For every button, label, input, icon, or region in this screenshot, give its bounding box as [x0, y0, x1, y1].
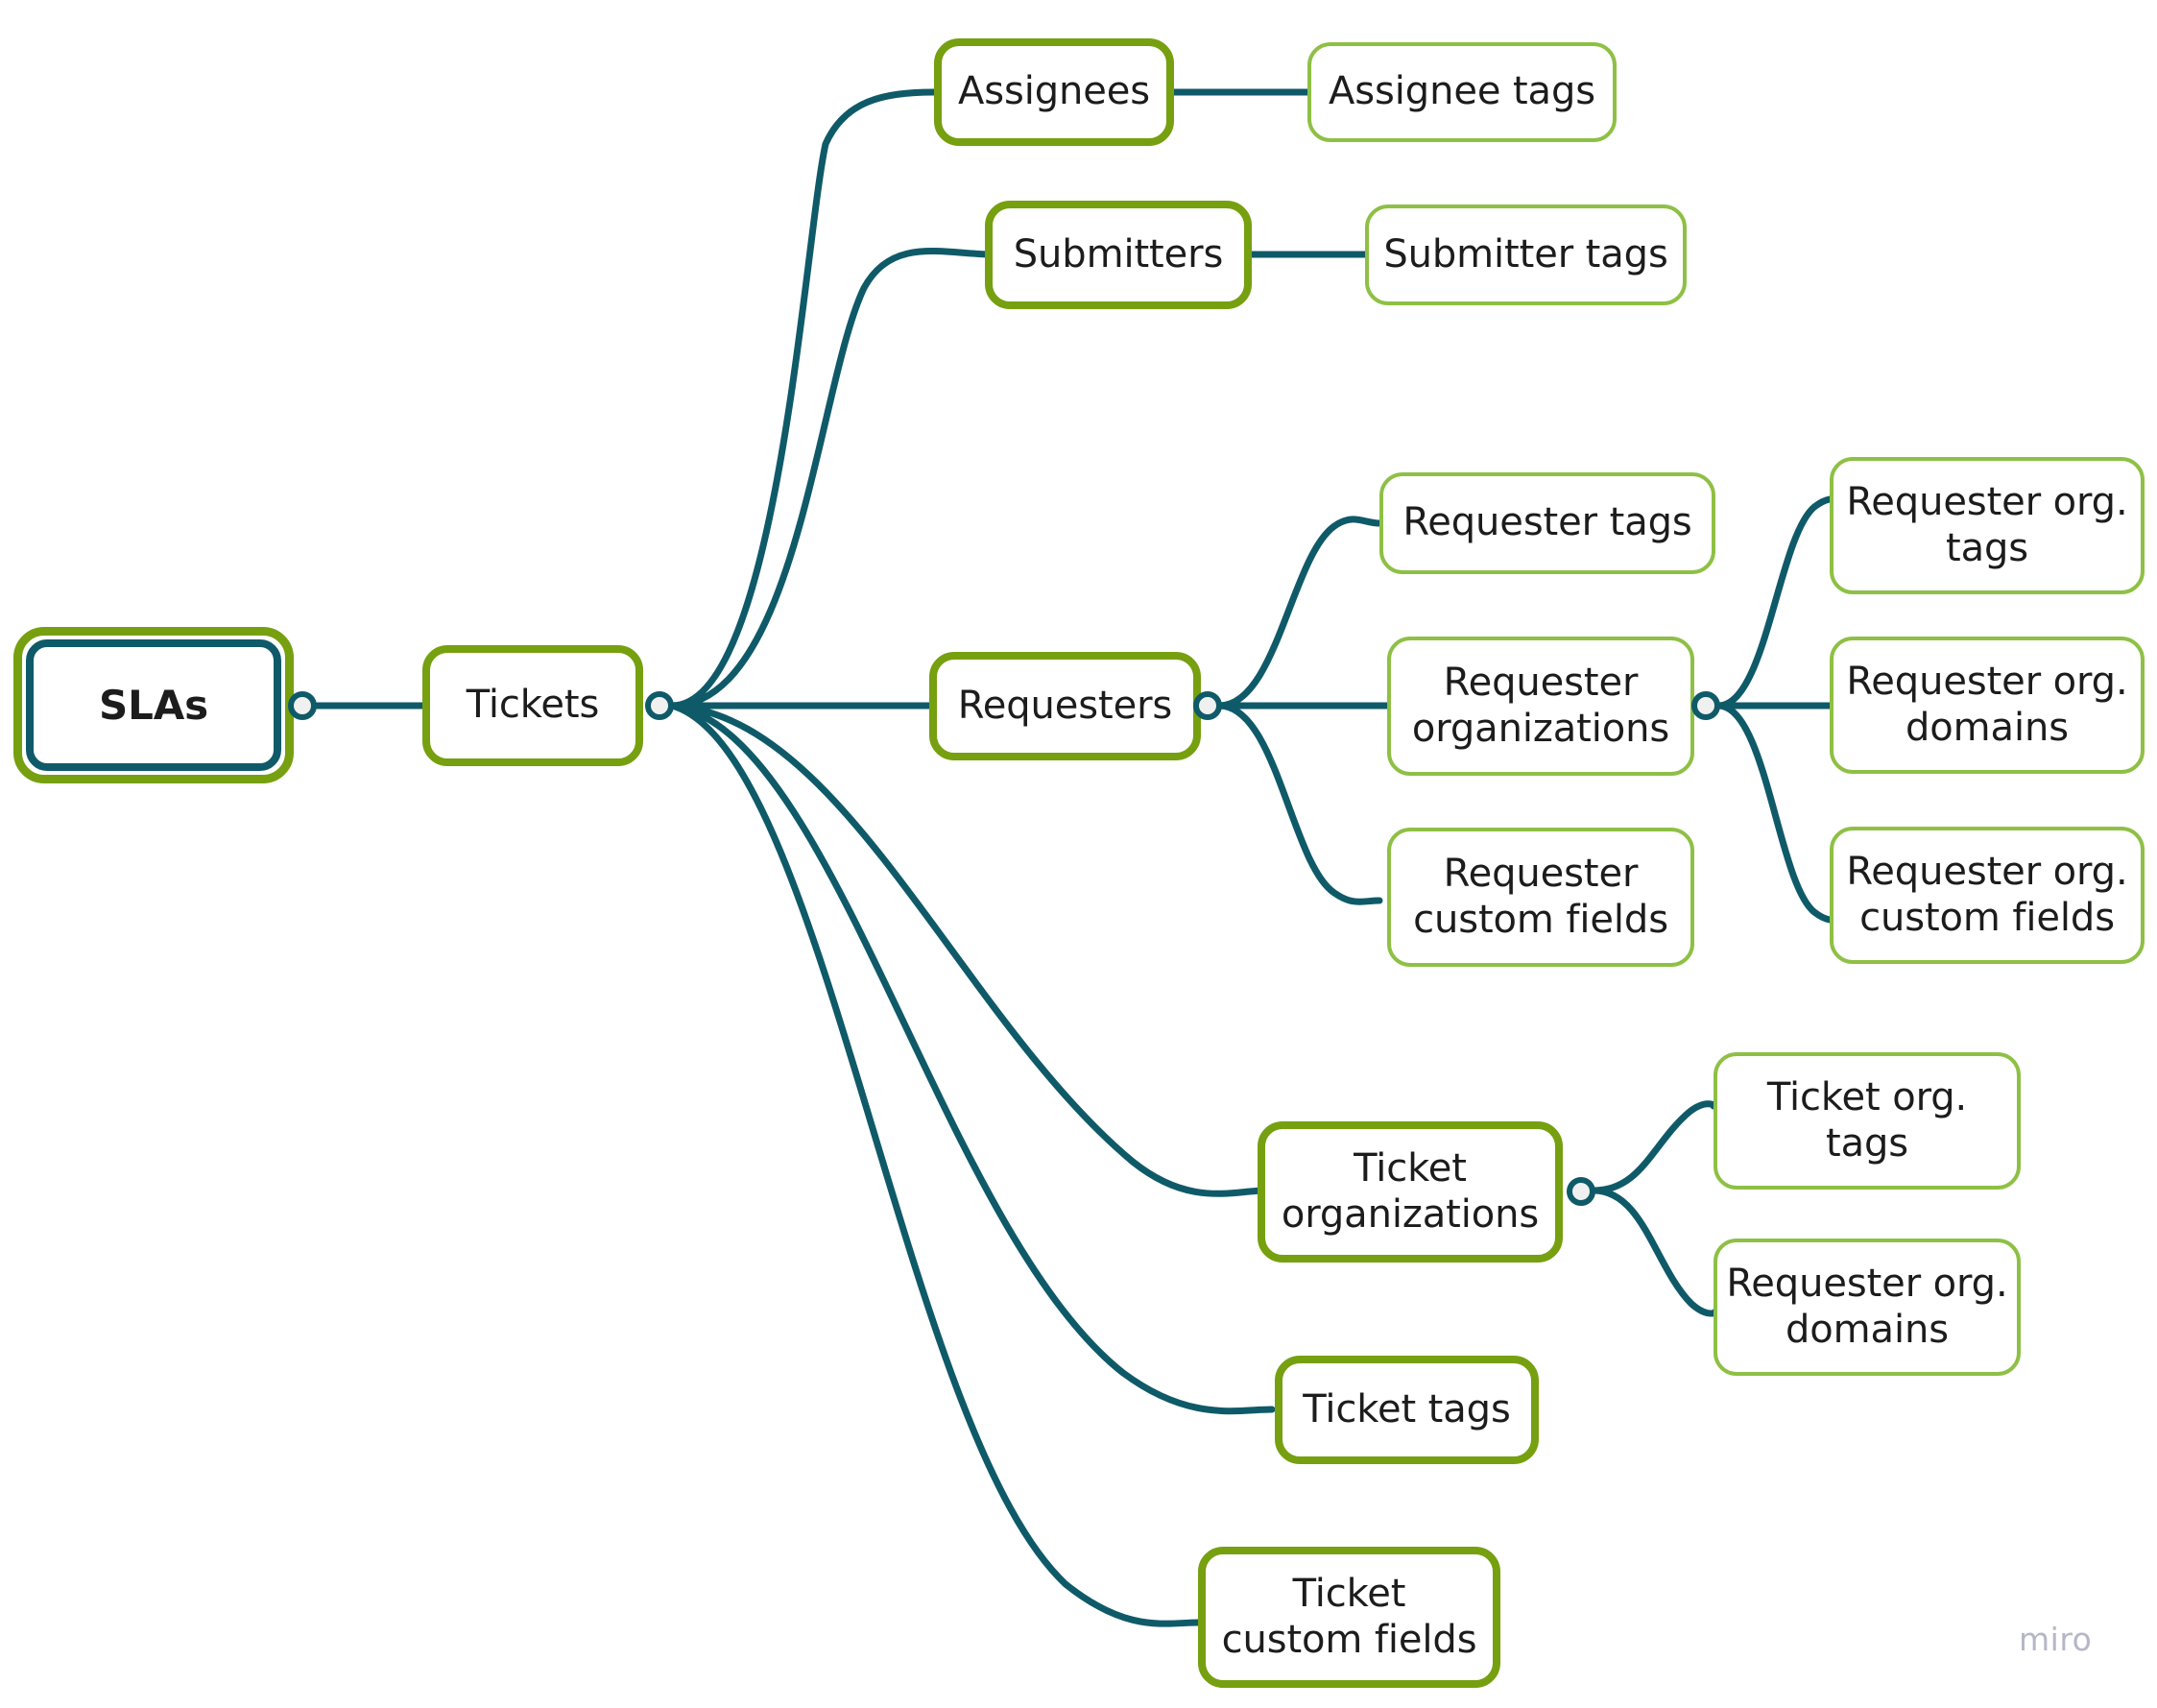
- node-requester-org-tags[interactable]: Requester org. tags: [1830, 457, 2145, 594]
- node-label-assignee-tags: Assignee tags: [1329, 69, 1595, 114]
- edge-tickets-to-ticket-tags: [668, 702, 1276, 1415]
- edge-requester-organizations-to-requester-org-custom-fields: [1714, 702, 1843, 924]
- node-requester-org-domains[interactable]: Requester org. domains: [1830, 637, 2145, 774]
- node-label-tickets: Tickets: [466, 683, 600, 728]
- node-ticket-requester-org-domains[interactable]: Requester org. domains: [1714, 1239, 2021, 1376]
- edge-tickets-to-ticket-custom-fields: [668, 702, 1202, 1627]
- edge-ticket-organizations-to-requester-org-domains: [1590, 1187, 1720, 1317]
- node-label-requester-organizations: Requester organizations: [1411, 661, 1670, 751]
- node-requester-org-custom-fields[interactable]: Requester org. custom fields: [1830, 827, 2145, 964]
- node-ticket-tags[interactable]: Ticket tags: [1275, 1356, 1539, 1464]
- node-requester-tags[interactable]: Requester tags: [1379, 472, 1715, 574]
- edge-tickets-to-submitters: [668, 247, 997, 710]
- miro-watermark: miro: [2019, 1621, 2093, 1658]
- node-label-submitter-tags: Submitter tags: [1383, 231, 1668, 277]
- node-ticket-custom-fields[interactable]: Ticket custom fields: [1198, 1547, 1500, 1688]
- node-requester-organizations[interactable]: Requester organizations: [1387, 637, 1694, 776]
- node-label-assignees: Assignees: [957, 69, 1151, 114]
- edge-requester-organizations-to-requester-org-tags: [1714, 495, 1843, 710]
- node-assignee-tags[interactable]: Assignee tags: [1307, 42, 1617, 142]
- node-label-submitters: Submitters: [1013, 231, 1224, 277]
- node-label-requester-custom-fields: Requester custom fields: [1413, 852, 1668, 942]
- node-ticket-org-tags[interactable]: Ticket org. tags: [1714, 1052, 2021, 1190]
- node-tickets[interactable]: Tickets: [422, 645, 643, 766]
- root-inner-ring: SLAs: [26, 639, 281, 771]
- node-ticket-organizations[interactable]: Ticket organizations: [1258, 1121, 1563, 1263]
- node-submitter-tags[interactable]: Submitter tags: [1365, 204, 1687, 305]
- node-label-ticket-organizations: Ticket organizations: [1281, 1146, 1540, 1237]
- node-label-requester-org-tags: Requester org. tags: [1846, 480, 2128, 570]
- node-label-ticket-requester-org-domains: Requester org. domains: [1726, 1262, 2008, 1352]
- node-label-slas: SLAs: [98, 681, 209, 729]
- node-label-requester-tags: Requester tags: [1402, 500, 1692, 545]
- edge-tickets-to-assignees: [668, 88, 938, 710]
- node-label-ticket-custom-fields: Ticket custom fields: [1221, 1572, 1477, 1662]
- knob-requester-orgs-out[interactable]: [1691, 691, 1720, 720]
- edge-requesters-to-requester-tags: [1215, 516, 1383, 710]
- edge-requesters-to-requester-custom-fields: [1215, 702, 1383, 905]
- knob-requesters-out[interactable]: [1193, 691, 1222, 720]
- edge-tickets-to-ticket-organizations: [668, 702, 1269, 1197]
- node-slas[interactable]: SLAs: [13, 627, 294, 783]
- node-label-requester-org-custom-fields: Requester org. custom fields: [1846, 850, 2128, 940]
- knob-tickets-out[interactable]: [645, 691, 674, 720]
- mind-map-canvas: SLAs Tickets Assignees Assignee tags Sub…: [0, 0, 2157, 1708]
- node-assignees[interactable]: Assignees: [934, 38, 1174, 146]
- node-label-ticket-tags: Ticket tags: [1303, 1386, 1511, 1431]
- node-submitters[interactable]: Submitters: [985, 201, 1252, 309]
- knob-root-out[interactable]: [288, 691, 317, 720]
- knob-ticket-orgs-out[interactable]: [1567, 1177, 1595, 1206]
- node-label-ticket-org-tags: Ticket org. tags: [1766, 1075, 1968, 1166]
- node-requesters[interactable]: Requesters: [929, 652, 1201, 760]
- edge-ticket-organizations-to-ticket-org-tags: [1590, 1100, 1718, 1194]
- node-requester-custom-fields[interactable]: Requester custom fields: [1387, 828, 1694, 967]
- node-label-requester-org-domains: Requester org. domains: [1846, 660, 2128, 750]
- node-label-requesters: Requesters: [957, 683, 1173, 728]
